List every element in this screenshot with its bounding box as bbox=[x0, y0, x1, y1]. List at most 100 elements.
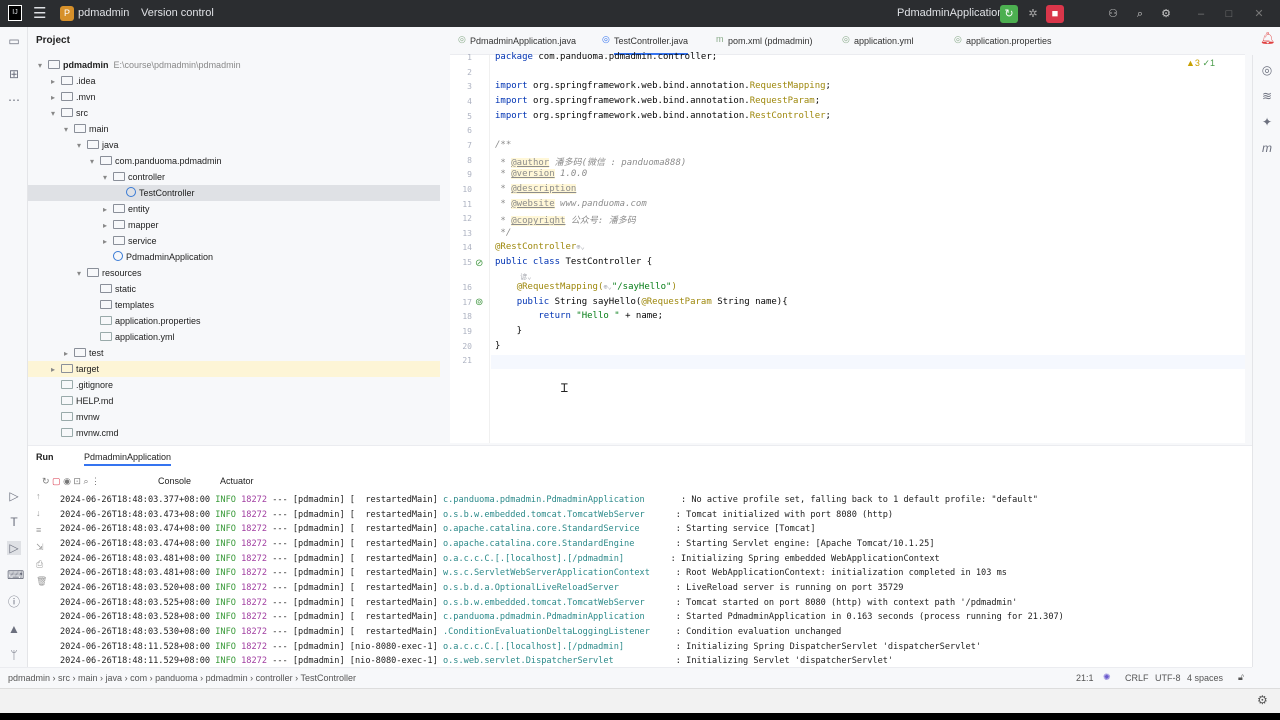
tree-item[interactable]: mvnw.cmd bbox=[28, 425, 440, 441]
tree-item[interactable]: ▸ service bbox=[28, 233, 440, 249]
tree-item[interactable]: ▸ entity bbox=[28, 201, 440, 217]
warnings-tool-icon[interactable]: ▲ bbox=[7, 622, 21, 636]
tree-item[interactable]: ▾ java bbox=[28, 137, 440, 153]
more-tools-icon[interactable]: ⋯ bbox=[7, 93, 21, 107]
tree-item[interactable]: ▸ test bbox=[28, 345, 440, 361]
rerun-button[interactable]: ↻ bbox=[1000, 5, 1018, 23]
minimize-button[interactable]: – bbox=[1192, 5, 1210, 23]
editor-tab[interactable]: application.properties bbox=[966, 27, 1052, 55]
version-control-menu[interactable]: Version control bbox=[141, 7, 214, 19]
close-button[interactable]: ✕ bbox=[1250, 5, 1268, 23]
tree-item[interactable]: application.properties bbox=[28, 313, 440, 329]
maximize-button[interactable]: □ bbox=[1220, 5, 1238, 23]
editor-tab[interactable]: pom.xml (pdmadmin) bbox=[728, 27, 813, 55]
tree-item[interactable]: ▾ com.panduoma.pdmadmin bbox=[28, 153, 440, 169]
console-tab[interactable]: Console bbox=[158, 476, 191, 486]
stop-button[interactable]: ■ bbox=[1046, 5, 1064, 23]
ai-assistant-icon[interactable]: ◎ bbox=[1260, 63, 1274, 77]
tree-item[interactable]: ▸ .idea bbox=[28, 73, 440, 89]
expand-arrow-icon[interactable]: ▸ bbox=[64, 346, 74, 362]
ai-status-icon[interactable]: ✺ bbox=[1103, 672, 1111, 683]
expand-arrow-icon[interactable]: ▾ bbox=[38, 58, 48, 74]
caret-position[interactable]: 21:1 bbox=[1076, 673, 1094, 683]
expand-arrow-icon[interactable]: ▾ bbox=[51, 106, 61, 122]
search-icon[interactable]: ⌕ bbox=[1131, 5, 1149, 23]
tree-item[interactable]: templates bbox=[28, 297, 440, 313]
console-side-icons[interactable]: ↑ ↓ ≡ ⇲ ⎙ 🗑︎ bbox=[36, 488, 47, 590]
readonly-lock-icon[interactable]: 🔓︎ bbox=[1238, 672, 1244, 683]
editor-tab[interactable]: TestController.java bbox=[614, 27, 689, 55]
tree-item[interactable]: mvnw bbox=[28, 409, 440, 425]
breadcrumb-item[interactable]: pdmadmin bbox=[206, 673, 248, 683]
expand-arrow-icon[interactable]: ▾ bbox=[77, 266, 87, 282]
database-icon[interactable]: ≋ bbox=[1260, 89, 1274, 103]
endpoint-gutter-icon[interactable]: ⊚ bbox=[475, 297, 483, 308]
breadcrumb-item[interactable]: TestController bbox=[301, 673, 357, 683]
tree-item[interactable]: ▾ controller bbox=[28, 169, 440, 185]
run-tool-icon[interactable]: ▷ bbox=[7, 489, 21, 503]
code-token: org.springframework.web.bind.annotation. bbox=[532, 81, 750, 92]
actuator-tab[interactable]: Actuator bbox=[220, 476, 254, 486]
warnings-count[interactable]: ▲3 ✓1 bbox=[1186, 58, 1215, 69]
expand-arrow-icon[interactable]: ▸ bbox=[103, 202, 113, 218]
expand-arrow-icon[interactable]: ▾ bbox=[103, 170, 113, 186]
expand-arrow-icon[interactable]: ▾ bbox=[90, 154, 100, 170]
tree-item[interactable]: .gitignore bbox=[28, 377, 440, 393]
run-toolbar-icons[interactable]: ↻ ▢ ◉ ⊡ ⌕ ⋮ bbox=[42, 476, 100, 487]
project-badge-icon: P bbox=[60, 6, 74, 21]
services-tool-icon[interactable]: ▷ bbox=[7, 541, 21, 555]
breadcrumb-item[interactable]: com bbox=[130, 673, 147, 683]
git-tool-icon[interactable]: ᛘ bbox=[7, 648, 21, 662]
expand-arrow-icon[interactable]: ▸ bbox=[103, 234, 113, 250]
run-config-selector[interactable]: PdmadminApplication bbox=[897, 7, 1003, 19]
tree-item[interactable]: ▸ .mvn bbox=[28, 89, 440, 105]
add-user-icon[interactable]: ⚇ bbox=[1104, 5, 1122, 23]
tree-item[interactable]: TestController bbox=[28, 185, 440, 201]
gradle-icon[interactable]: ✦ bbox=[1260, 115, 1274, 129]
structure-tool-icon[interactable]: ⊞ bbox=[7, 67, 21, 81]
tree-item[interactable]: ▾ resources bbox=[28, 265, 440, 281]
breadcrumb-item[interactable]: panduoma bbox=[155, 673, 198, 683]
expand-arrow-icon[interactable]: ▸ bbox=[51, 90, 61, 106]
encoding[interactable]: UTF-8 bbox=[1155, 673, 1181, 683]
build-tool-icon[interactable]: T bbox=[7, 515, 21, 529]
breadcrumb-item[interactable]: java bbox=[106, 673, 123, 683]
editor-tab[interactable]: application.yml bbox=[854, 27, 914, 55]
breadcrumb-item[interactable]: src bbox=[58, 673, 70, 683]
tree-item[interactable]: ▸ mapper bbox=[28, 217, 440, 233]
settings-icon[interactable]: ⚙ bbox=[1157, 5, 1175, 23]
tree-item[interactable]: PdmadminApplication bbox=[28, 249, 440, 265]
expand-arrow-icon[interactable]: ▾ bbox=[77, 138, 87, 154]
expand-arrow-icon[interactable]: ▸ bbox=[51, 74, 61, 90]
tree-item-label: templates bbox=[115, 300, 155, 310]
project-selector[interactable]: pdmadmin bbox=[78, 7, 129, 19]
expand-arrow-icon[interactable]: ▸ bbox=[103, 218, 113, 234]
terminal-tool-icon[interactable]: ⌨ bbox=[7, 568, 24, 582]
bean-gutter-icon[interactable]: ⊘ bbox=[475, 258, 483, 269]
tree-item[interactable]: HELP.md bbox=[28, 393, 440, 409]
code-line: import org.springframework.web.bind.anno… bbox=[495, 96, 820, 106]
code-editor[interactable]: ▲3 ✓1 ⊘ ⊚ 1 package com.panduoma.pdmadmin… bbox=[450, 52, 1245, 443]
tree-item[interactable]: static bbox=[28, 281, 440, 297]
expand-arrow-icon[interactable]: ▸ bbox=[51, 362, 61, 378]
tree-item[interactable]: ▾ src bbox=[28, 105, 440, 121]
settings-gear-icon[interactable]: ⚙ bbox=[1257, 693, 1268, 707]
maven-icon[interactable]: m bbox=[1260, 141, 1274, 155]
main-menu-icon[interactable]: ☰ bbox=[33, 4, 46, 22]
breadcrumb-item[interactable]: main bbox=[78, 673, 98, 683]
breadcrumb-item[interactable]: controller bbox=[256, 673, 293, 683]
line-separator[interactable]: CRLF bbox=[1125, 673, 1149, 683]
tree-item[interactable]: application.yml bbox=[28, 329, 440, 345]
editor-tab[interactable]: PdmadminApplication.java bbox=[470, 27, 576, 55]
indent[interactable]: 4 spaces bbox=[1187, 673, 1223, 683]
notifications-icon[interactable]: 🔔︎ bbox=[1260, 31, 1275, 45]
tree-item[interactable]: ▾ pdmadmin E:\course\pdmadmin\pdmadmin bbox=[28, 57, 440, 73]
expand-arrow-icon[interactable]: ▾ bbox=[64, 122, 74, 138]
tree-item[interactable]: ▸ target bbox=[28, 361, 440, 377]
project-tool-icon[interactable]: ▭ bbox=[7, 34, 21, 48]
debug-button[interactable]: ✲ bbox=[1024, 5, 1042, 23]
problems-tool-icon[interactable]: ⓘ bbox=[7, 595, 21, 609]
breadcrumb-item[interactable]: pdmadmin bbox=[8, 673, 50, 683]
tree-item[interactable]: ▾ main bbox=[28, 121, 440, 137]
run-config-tab[interactable]: PdmadminApplication bbox=[84, 452, 172, 466]
